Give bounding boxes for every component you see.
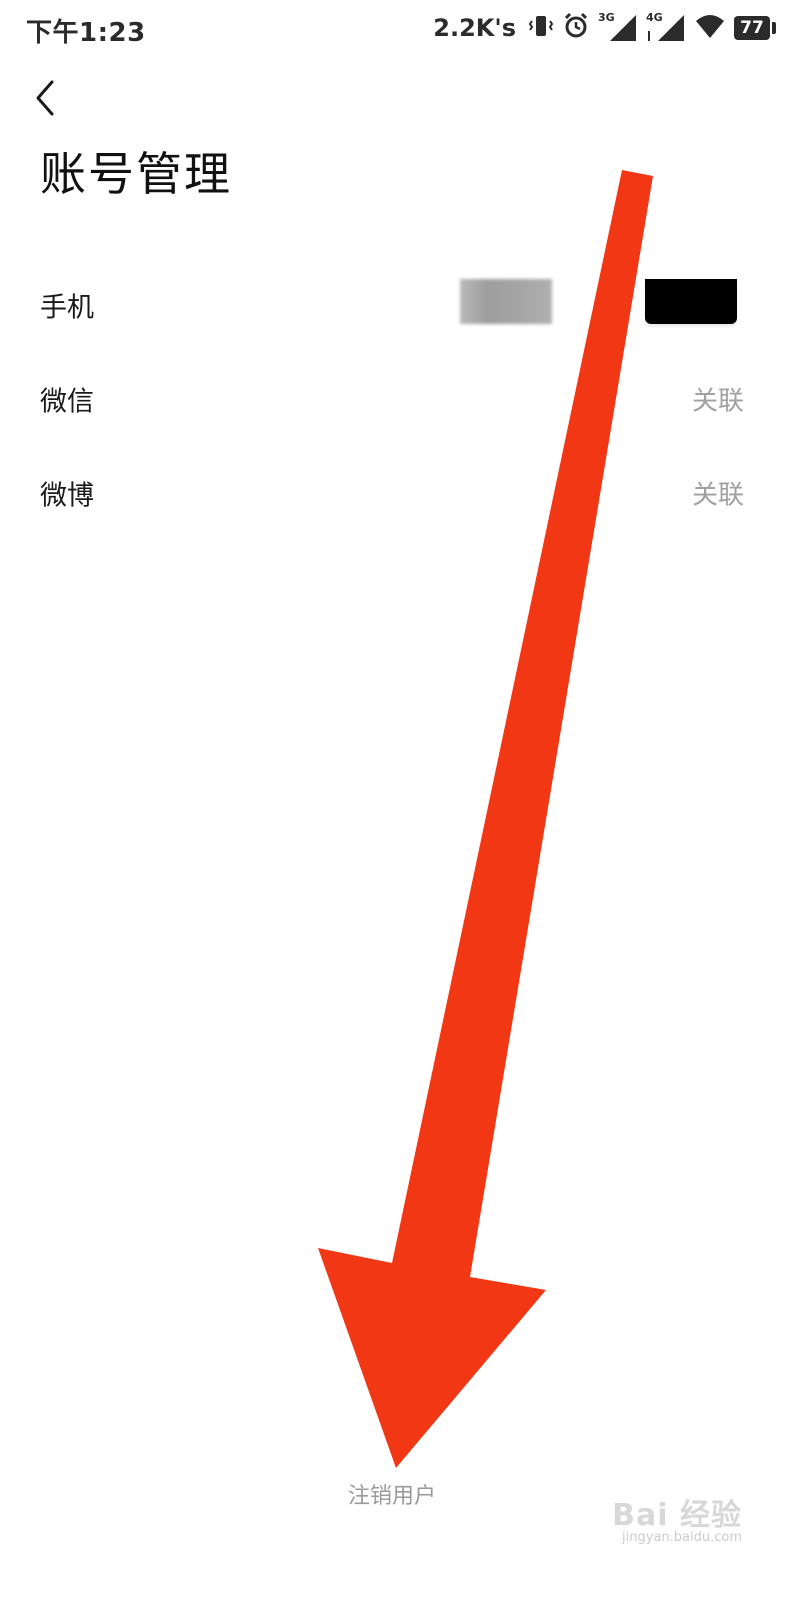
row-weibo-label: 微博 (40, 480, 94, 512)
baidu-jingyan-watermark: Bai 经验 jingyan.baidu.com (582, 1488, 742, 1558)
vibrate-icon (528, 13, 554, 43)
signal-4g-icon: 4G (646, 11, 686, 43)
chevron-left-icon (36, 80, 54, 116)
battery-icon: 77 (734, 16, 770, 40)
status-bar: 下午1:23 2.2K's 3G 4G 77 (0, 0, 800, 56)
page-title: 账号管理 (40, 147, 232, 201)
annotation-arrow-icon (318, 170, 653, 1468)
row-wechat-label: 微信 (40, 386, 94, 418)
wifi-icon (694, 12, 726, 44)
redacted-phone-mask (645, 279, 737, 324)
watermark-url: jingyan.baidu.com (622, 1530, 742, 1545)
row-phone-label: 手机 (40, 292, 94, 324)
row-weibo-link-status[interactable]: 关联 (692, 475, 744, 512)
battery-tip (772, 22, 776, 34)
signal-3g-icon: 3G (598, 11, 638, 43)
status-time: 下午1:23 (26, 18, 146, 48)
back-button[interactable] (24, 74, 72, 122)
row-weibo[interactable]: 微博 关联 (0, 448, 800, 538)
status-icons: 2.2K's 3G 4G 77 (433, 10, 776, 46)
redacted-phone-blur (460, 279, 552, 324)
alarm-icon (562, 12, 590, 44)
row-wechat-link-status[interactable]: 关联 (692, 381, 744, 418)
network-speed: 2.2K's (433, 14, 516, 42)
row-wechat[interactable]: 微信 关联 (0, 354, 800, 444)
watermark-text: Bai 经验 (612, 1498, 742, 1533)
